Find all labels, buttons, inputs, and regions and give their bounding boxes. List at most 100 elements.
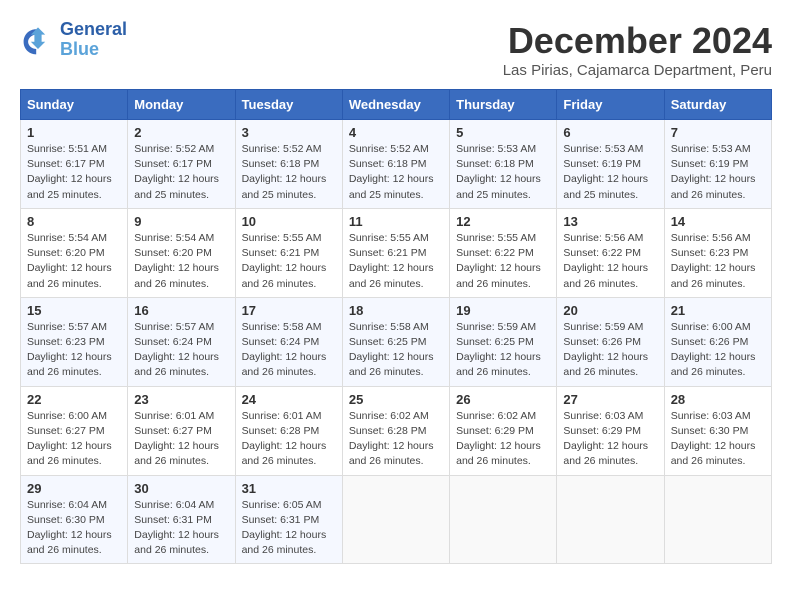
day-cell: 2Sunrise: 5:52 AMSunset: 6:17 PMDaylight…: [128, 120, 235, 209]
day-info: Sunrise: 5:55 AMSunset: 6:21 PMDaylight:…: [349, 231, 443, 292]
day-cell: 16Sunrise: 5:57 AMSunset: 6:24 PMDayligh…: [128, 297, 235, 386]
day-number: 26: [456, 392, 550, 407]
title-section: December 2024 Las Pirias, Cajamarca Depa…: [503, 20, 772, 79]
day-number: 18: [349, 303, 443, 318]
weekday-header-saturday: Saturday: [664, 90, 771, 120]
logo-text: General Blue: [60, 20, 127, 60]
day-number: 4: [349, 125, 443, 140]
day-number: 28: [671, 392, 765, 407]
day-info: Sunrise: 5:52 AMSunset: 6:18 PMDaylight:…: [242, 142, 336, 203]
day-number: 3: [242, 125, 336, 140]
day-info: Sunrise: 5:59 AMSunset: 6:25 PMDaylight:…: [456, 320, 550, 381]
day-cell: 22Sunrise: 6:00 AMSunset: 6:27 PMDayligh…: [21, 386, 128, 475]
day-cell: 6 Sunrise: 5:53 AMSunset: 6:19 PMDaylight…: [557, 120, 664, 209]
day-number: 16: [134, 303, 228, 318]
day-cell: 9 Sunrise: 5:54 AMSunset: 6:20 PMDaylight…: [128, 208, 235, 297]
day-number: 25: [349, 392, 443, 407]
day-number: 21: [671, 303, 765, 318]
day-cell: [450, 475, 557, 564]
day-info: Sunrise: 6:04 AMSunset: 6:31 PMDaylight:…: [134, 498, 228, 559]
day-info: Sunrise: 5:51 AMSunset: 6:17 PMDaylight:…: [27, 142, 121, 203]
week-row-5: 29 Sunrise: 6:04 AMSunset: 6:30 PMDayligh…: [21, 475, 772, 564]
day-cell: 26 Sunrise: 6:02 AMSunset: 6:29 PMDayligh…: [450, 386, 557, 475]
day-cell: 7Sunrise: 5:53 AMSunset: 6:19 PMDaylight…: [664, 120, 771, 209]
day-info: Sunrise: 5:54 AMSunset: 6:20 PMDaylight:…: [27, 231, 121, 292]
day-number: 27: [563, 392, 657, 407]
calendar-table: SundayMondayTuesdayWednesdayThursdayFrid…: [20, 89, 772, 564]
day-cell: [664, 475, 771, 564]
day-number: 6: [563, 125, 657, 140]
day-cell: 1Sunrise: 5:51 AMSunset: 6:17 PMDaylight…: [21, 120, 128, 209]
day-number: 31: [242, 481, 336, 496]
month-title: December 2024: [503, 20, 772, 62]
day-info: Sunrise: 5:53 AMSunset: 6:18 PMDaylight:…: [456, 142, 550, 203]
day-number: 5: [456, 125, 550, 140]
day-info: Sunrise: 6:01 AMSunset: 6:28 PMDaylight:…: [242, 409, 336, 470]
weekday-header-friday: Friday: [557, 90, 664, 120]
day-cell: 30 Sunrise: 6:04 AMSunset: 6:31 PMDayligh…: [128, 475, 235, 564]
day-number: 20: [563, 303, 657, 318]
week-row-4: 22Sunrise: 6:00 AMSunset: 6:27 PMDayligh…: [21, 386, 772, 475]
day-info: Sunrise: 5:56 AMSunset: 6:22 PMDaylight:…: [563, 231, 657, 292]
logo: General Blue: [20, 20, 127, 60]
weekday-header-monday: Monday: [128, 90, 235, 120]
day-cell: 31Sunrise: 6:05 AMSunset: 6:31 PMDayligh…: [235, 475, 342, 564]
day-number: 9: [134, 214, 228, 229]
day-cell: 18 Sunrise: 5:58 AMSunset: 6:25 PMDayligh…: [342, 297, 449, 386]
day-number: 8: [27, 214, 121, 229]
day-info: Sunrise: 5:59 AMSunset: 6:26 PMDaylight:…: [563, 320, 657, 381]
day-number: 15: [27, 303, 121, 318]
day-cell: 8 Sunrise: 5:54 AMSunset: 6:20 PMDaylight…: [21, 208, 128, 297]
header: General Blue December 2024 Las Pirias, C…: [20, 20, 772, 79]
day-cell: 20 Sunrise: 5:59 AMSunset: 6:26 PMDayligh…: [557, 297, 664, 386]
day-info: Sunrise: 5:53 AMSunset: 6:19 PMDaylight:…: [563, 142, 657, 203]
day-number: 23: [134, 392, 228, 407]
day-info: Sunrise: 5:55 AMSunset: 6:21 PMDaylight:…: [242, 231, 336, 292]
day-number: 17: [242, 303, 336, 318]
day-cell: 25Sunrise: 6:02 AMSunset: 6:28 PMDayligh…: [342, 386, 449, 475]
day-cell: [342, 475, 449, 564]
weekday-header-row: SundayMondayTuesdayWednesdayThursdayFrid…: [21, 90, 772, 120]
day-number: 7: [671, 125, 765, 140]
day-info: Sunrise: 6:04 AMSunset: 6:30 PMDaylight:…: [27, 498, 121, 559]
day-number: 24: [242, 392, 336, 407]
week-row-3: 15 Sunrise: 5:57 AMSunset: 6:23 PMDayligh…: [21, 297, 772, 386]
day-number: 19: [456, 303, 550, 318]
day-number: 13: [563, 214, 657, 229]
day-number: 2: [134, 125, 228, 140]
week-row-1: 1Sunrise: 5:51 AMSunset: 6:17 PMDaylight…: [21, 120, 772, 209]
weekday-header-sunday: Sunday: [21, 90, 128, 120]
day-number: 30: [134, 481, 228, 496]
day-cell: 23 Sunrise: 6:01 AMSunset: 6:27 PMDayligh…: [128, 386, 235, 475]
page-container: General Blue December 2024 Las Pirias, C…: [20, 20, 772, 564]
day-info: Sunrise: 6:00 AMSunset: 6:27 PMDaylight:…: [27, 409, 121, 470]
day-number: 10: [242, 214, 336, 229]
day-cell: 27Sunrise: 6:03 AMSunset: 6:29 PMDayligh…: [557, 386, 664, 475]
day-info: Sunrise: 5:55 AMSunset: 6:22 PMDaylight:…: [456, 231, 550, 292]
day-info: Sunrise: 5:58 AMSunset: 6:24 PMDaylight:…: [242, 320, 336, 381]
day-info: Sunrise: 5:57 AMSunset: 6:23 PMDaylight:…: [27, 320, 121, 381]
day-info: Sunrise: 5:56 AMSunset: 6:23 PMDaylight:…: [671, 231, 765, 292]
day-cell: 4 Sunrise: 5:52 AMSunset: 6:18 PMDaylight…: [342, 120, 449, 209]
day-cell: 21 Sunrise: 6:00 AMSunset: 6:26 PMDayligh…: [664, 297, 771, 386]
weekday-header-tuesday: Tuesday: [235, 90, 342, 120]
day-info: Sunrise: 6:00 AMSunset: 6:26 PMDaylight:…: [671, 320, 765, 381]
day-cell: 13 Sunrise: 5:56 AMSunset: 6:22 PMDayligh…: [557, 208, 664, 297]
day-info: Sunrise: 6:01 AMSunset: 6:27 PMDaylight:…: [134, 409, 228, 470]
day-info: Sunrise: 5:58 AMSunset: 6:25 PMDaylight:…: [349, 320, 443, 381]
day-cell: 14 Sunrise: 5:56 AMSunset: 6:23 PMDayligh…: [664, 208, 771, 297]
day-number: 29: [27, 481, 121, 496]
day-cell: 17 Sunrise: 5:58 AMSunset: 6:24 PMDayligh…: [235, 297, 342, 386]
day-cell: 24 Sunrise: 6:01 AMSunset: 6:28 PMDayligh…: [235, 386, 342, 475]
location-title: Las Pirias, Cajamarca Department, Peru: [503, 62, 772, 79]
day-cell: 28Sunrise: 6:03 AMSunset: 6:30 PMDayligh…: [664, 386, 771, 475]
day-info: Sunrise: 5:54 AMSunset: 6:20 PMDaylight:…: [134, 231, 228, 292]
week-row-2: 8 Sunrise: 5:54 AMSunset: 6:20 PMDaylight…: [21, 208, 772, 297]
calendar-header: SundayMondayTuesdayWednesdayThursdayFrid…: [21, 90, 772, 120]
day-info: Sunrise: 5:52 AMSunset: 6:18 PMDaylight:…: [349, 142, 443, 203]
calendar-body: 1Sunrise: 5:51 AMSunset: 6:17 PMDaylight…: [21, 120, 772, 564]
day-info: Sunrise: 6:02 AMSunset: 6:29 PMDaylight:…: [456, 409, 550, 470]
logo-icon: [20, 22, 56, 58]
day-cell: 19 Sunrise: 5:59 AMSunset: 6:25 PMDayligh…: [450, 297, 557, 386]
day-number: 14: [671, 214, 765, 229]
